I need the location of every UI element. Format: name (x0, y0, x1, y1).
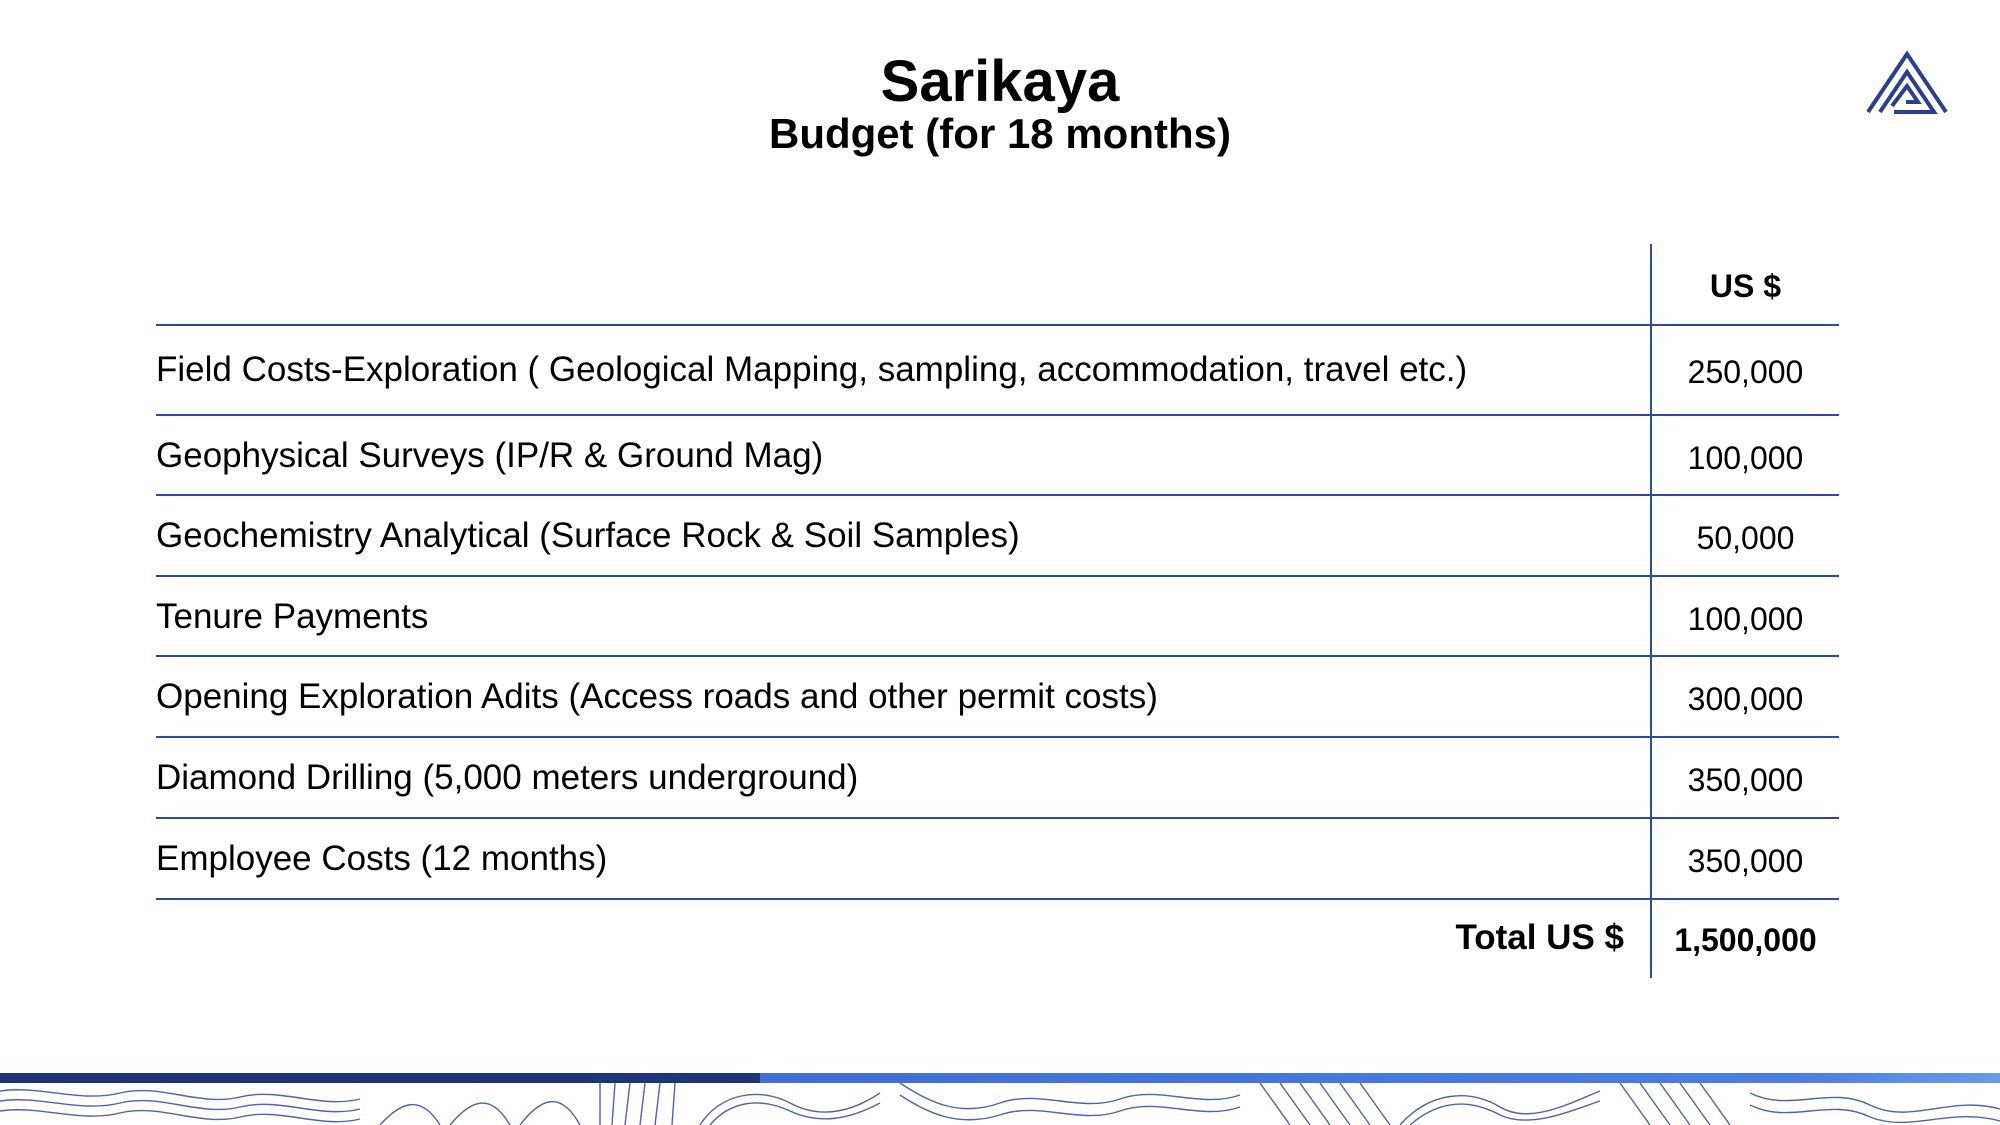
budget-item-label: Diamond Drilling (5,000 meters undergrou… (156, 758, 859, 797)
table-row: Field Costs-Exploration ( Geological Map… (156, 326, 1839, 416)
table-row: Geophysical Surveys (IP/R & Ground Mag) … (156, 416, 1839, 496)
budget-item-label: Geochemistry Analytical (Surface Rock & … (156, 516, 1020, 555)
budget-item-label: Field Costs-Exploration ( Geological Map… (156, 350, 1468, 389)
total-label: Total US $ (1455, 918, 1624, 957)
page-title: Sarikaya (880, 49, 1120, 114)
page-subtitle: Budget (for 18 months) (769, 110, 1231, 157)
table-row: Opening Exploration Adits (Access roads … (156, 657, 1839, 738)
budget-item-value: 100,000 (1687, 601, 1804, 637)
budget-item-label: Tenure Payments (156, 597, 429, 636)
budget-item-value: 350,000 (1687, 843, 1804, 879)
footer-accent-bar (0, 1073, 2000, 1083)
budget-item-label: Employee Costs (12 months) (156, 839, 608, 878)
budget-item-value: 300,000 (1687, 681, 1804, 717)
table-header-row: US $ (156, 244, 1839, 326)
budget-item-value: 100,000 (1687, 440, 1804, 476)
budget-item-value: 250,000 (1687, 354, 1804, 390)
table-row: Geochemistry Analytical (Surface Rock & … (156, 496, 1839, 577)
footer-band (0, 1073, 2000, 1125)
budget-item-value: 350,000 (1687, 762, 1804, 798)
table-row: Tenure Payments 100,000 (156, 577, 1839, 657)
budget-item-value: 50,000 (1696, 520, 1795, 556)
budget-item-label: Geophysical Surveys (IP/R & Ground Mag) (156, 436, 824, 475)
currency-column-header: US $ (1709, 268, 1782, 304)
topographic-pattern (0, 1083, 2000, 1125)
total-value: 1,500,000 (1674, 922, 1817, 958)
mountain-triangle-logo-icon (1866, 50, 1948, 114)
table-row: Employee Costs (12 months) 350,000 (156, 819, 1839, 900)
table-total-row: Total US $ 1,500,000 (156, 900, 1839, 978)
table-row: Diamond Drilling (5,000 meters undergrou… (156, 738, 1839, 819)
budget-item-label: Opening Exploration Adits (Access roads … (156, 677, 1158, 716)
